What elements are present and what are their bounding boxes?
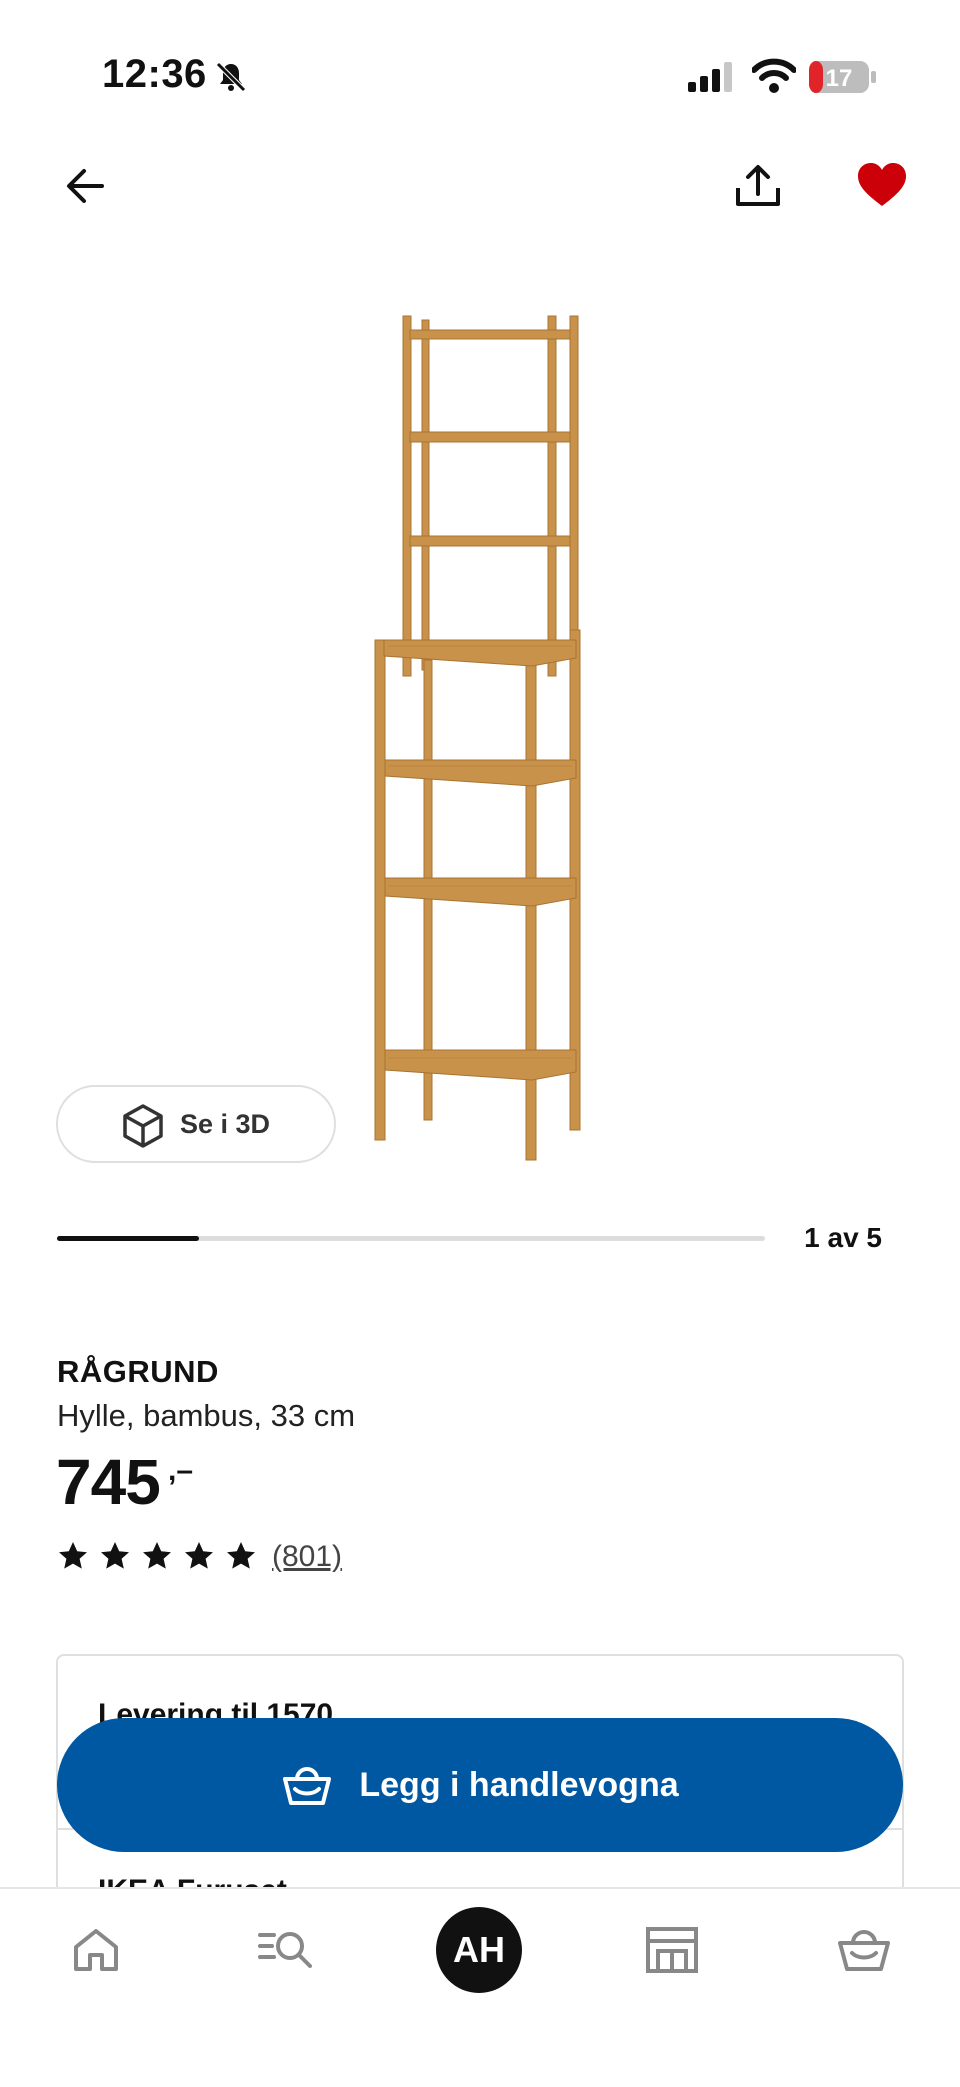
- search-icon[interactable]: [256, 1919, 316, 1979]
- status-time: 12:36: [102, 52, 207, 96]
- back-arrow-icon[interactable]: [58, 158, 114, 214]
- gallery-progress-bar: [57, 1236, 765, 1241]
- favorite-heart-icon[interactable]: [854, 158, 910, 214]
- review-count-link[interactable]: (801): [272, 1540, 342, 1574]
- add-to-cart-button[interactable]: Legg i handlevogna: [57, 1718, 903, 1852]
- profile-avatar[interactable]: AH: [436, 1907, 522, 1993]
- price-suffix: ,–: [168, 1454, 194, 1487]
- product-price: 745: [56, 1446, 161, 1518]
- status-bar: 12:36 17: [0, 0, 960, 150]
- cellular-signal-icon: [688, 62, 732, 92]
- bottom-tab-bar: AH: [0, 1887, 960, 2087]
- share-icon[interactable]: [730, 158, 786, 214]
- star-icon: [59, 1542, 87, 1569]
- cube-3d-icon: [123, 1104, 163, 1148]
- wifi-icon: [752, 58, 796, 93]
- battery-icon: 17: [809, 61, 876, 93]
- product-image[interactable]: [340, 300, 600, 1180]
- product-name: RÅGRUND: [57, 1354, 219, 1389]
- view-in-3d-button[interactable]: Se i 3D: [56, 1085, 336, 1163]
- star-icon: [227, 1542, 255, 1569]
- product-description: Hylle, bambus, 33 cm: [57, 1398, 356, 1433]
- shopping-basket-icon[interactable]: [834, 1919, 894, 1979]
- star-icon: [185, 1542, 213, 1569]
- add-to-cart-label: Legg i handlevogna: [359, 1765, 679, 1804]
- store-icon[interactable]: [642, 1919, 702, 1979]
- basket-icon: [283, 1767, 332, 1805]
- home-icon[interactable]: [66, 1919, 126, 1979]
- star-icon: [143, 1542, 171, 1569]
- star-icon: [101, 1542, 129, 1569]
- gallery-progress-fill: [57, 1236, 199, 1241]
- view-in-3d-label: Se i 3D: [180, 1108, 271, 1139]
- bell-muted-icon: [216, 62, 246, 92]
- gallery-pager: 1 av 5: [804, 1222, 882, 1253]
- rating-stars[interactable]: [57, 1540, 257, 1572]
- battery-level: 17: [826, 65, 853, 92]
